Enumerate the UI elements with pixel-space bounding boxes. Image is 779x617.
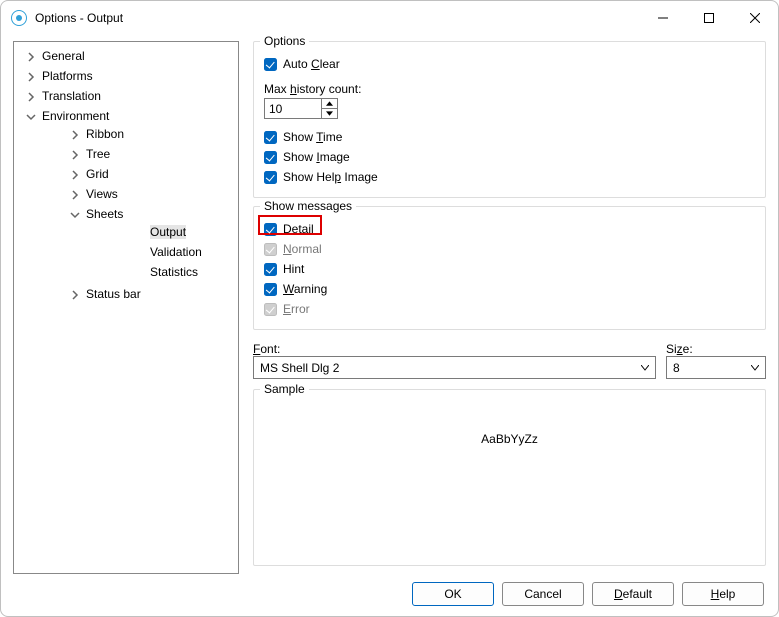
tree-label: Tree: [86, 147, 110, 161]
checkbox-label: Detail: [283, 222, 314, 236]
sample-text: AaBbYyZz: [481, 432, 538, 446]
checkbox-label: Error: [283, 302, 310, 316]
show-time-checkbox[interactable]: Show Time: [264, 127, 755, 147]
tree-label: Platforms: [42, 69, 93, 83]
button-label: OK: [444, 587, 461, 601]
auto-clear-checkbox[interactable]: Auto Clear: [264, 54, 755, 74]
max-history-label: Max history count:: [264, 82, 755, 96]
checkbox-icon: [264, 223, 277, 236]
chevron-down-icon: [746, 358, 763, 377]
max-history-input[interactable]: [265, 99, 321, 118]
chevron-right-icon: [26, 50, 36, 60]
tree-item-views[interactable]: Views: [42, 184, 238, 204]
chevron-right-icon: [70, 288, 80, 298]
checkbox-icon: [264, 303, 277, 316]
checkbox-label: Show Time: [283, 130, 342, 144]
checkbox-label: Auto Clear: [283, 57, 340, 71]
button-label: Default: [614, 587, 652, 601]
tree-label: Grid: [86, 167, 109, 181]
spinner-down-button[interactable]: [322, 109, 337, 118]
checkbox-label: Show Image: [283, 150, 350, 164]
warning-checkbox[interactable]: Warning: [264, 279, 755, 299]
checkbox-icon: [264, 151, 277, 164]
chevron-right-icon: [70, 148, 80, 158]
font-value: MS Shell Dlg 2: [260, 361, 339, 375]
show-image-checkbox[interactable]: Show Image: [264, 147, 755, 167]
tree-item-translation[interactable]: Translation: [14, 86, 238, 106]
ok-button[interactable]: OK: [412, 582, 494, 606]
chevron-down-icon: [636, 358, 653, 377]
error-checkbox: Error: [264, 299, 755, 319]
tree-label: Output: [150, 225, 186, 239]
checkbox-icon: [264, 58, 277, 71]
messages-legend: Show messages: [260, 199, 356, 213]
chevron-down-icon: [26, 110, 36, 120]
tree-item-platforms[interactable]: Platforms: [14, 66, 238, 86]
size-select[interactable]: 8: [666, 356, 766, 379]
chevron-right-icon: [70, 128, 80, 138]
checkbox-label: Hint: [283, 262, 304, 276]
tree-label: Sheets: [86, 207, 123, 221]
default-button[interactable]: Default: [592, 582, 674, 606]
checkbox-icon: [264, 131, 277, 144]
chevron-right-icon: [70, 188, 80, 198]
max-history-spinner[interactable]: [264, 98, 338, 119]
options-group: Options Auto Clear Max history count: Sh…: [253, 41, 766, 198]
minimize-button[interactable]: [640, 3, 686, 33]
tree-item-grid[interactable]: Grid: [42, 164, 238, 184]
checkbox-label: Show Help Image: [283, 170, 378, 184]
sample-legend: Sample: [260, 382, 309, 396]
tree-item-general[interactable]: General: [14, 46, 238, 66]
window-title: Options - Output: [35, 11, 123, 25]
tree-item-sheets[interactable]: Sheets Output Validation Statistics: [42, 204, 238, 284]
normal-checkbox: Normal: [264, 239, 755, 259]
tree-label: Environment: [42, 109, 109, 123]
chevron-right-icon: [26, 70, 36, 80]
tree-label: Status bar: [86, 287, 141, 301]
close-button[interactable]: [732, 3, 778, 33]
tree-label: General: [42, 49, 85, 63]
tree-label: Views: [86, 187, 118, 201]
checkbox-label: Warning: [283, 282, 327, 296]
chevron-right-icon: [70, 168, 80, 178]
tree-item-statistics[interactable]: Statistics: [86, 262, 238, 282]
tree-label: Statistics: [150, 265, 198, 279]
tree-label: Ribbon: [86, 127, 124, 141]
detail-checkbox[interactable]: Detail: [264, 219, 755, 239]
tree-item-statusbar[interactable]: Status bar: [42, 284, 238, 304]
size-value: 8: [673, 361, 680, 375]
title-bar: Options - Output: [1, 1, 778, 35]
tree-item-output[interactable]: Output: [86, 222, 238, 242]
sample-group: Sample AaBbYyZz: [253, 389, 766, 566]
tree-label: Validation: [150, 245, 202, 259]
checkbox-icon: [264, 283, 277, 296]
app-icon: [11, 10, 27, 26]
chevron-down-icon: [70, 208, 80, 218]
show-help-image-checkbox[interactable]: Show Help Image: [264, 167, 755, 187]
tree-item-environment[interactable]: Environment Ribbon Tree Grid: [14, 106, 238, 306]
checkbox-label: Normal: [283, 242, 322, 256]
tree-item-validation[interactable]: Validation: [86, 242, 238, 262]
font-label: Font:: [253, 342, 656, 356]
font-select[interactable]: MS Shell Dlg 2: [253, 356, 656, 379]
button-label: Help: [711, 587, 736, 601]
button-label: Cancel: [524, 587, 561, 601]
help-button[interactable]: Help: [682, 582, 764, 606]
hint-checkbox[interactable]: Hint: [264, 259, 755, 279]
nav-tree[interactable]: General Platforms Translation Environmen…: [13, 41, 239, 574]
size-label: Size:: [666, 342, 766, 356]
checkbox-icon: [264, 243, 277, 256]
tree-item-tree[interactable]: Tree: [42, 144, 238, 164]
spinner-up-button[interactable]: [322, 99, 337, 109]
checkbox-icon: [264, 171, 277, 184]
maximize-button[interactable]: [686, 3, 732, 33]
checkbox-icon: [264, 263, 277, 276]
tree-label: Translation: [42, 89, 101, 103]
chevron-right-icon: [26, 90, 36, 100]
tree-item-ribbon[interactable]: Ribbon: [42, 124, 238, 144]
cancel-button[interactable]: Cancel: [502, 582, 584, 606]
show-messages-group: Show messages Detail Normal Hint Warning…: [253, 206, 766, 330]
options-legend: Options: [260, 34, 309, 48]
